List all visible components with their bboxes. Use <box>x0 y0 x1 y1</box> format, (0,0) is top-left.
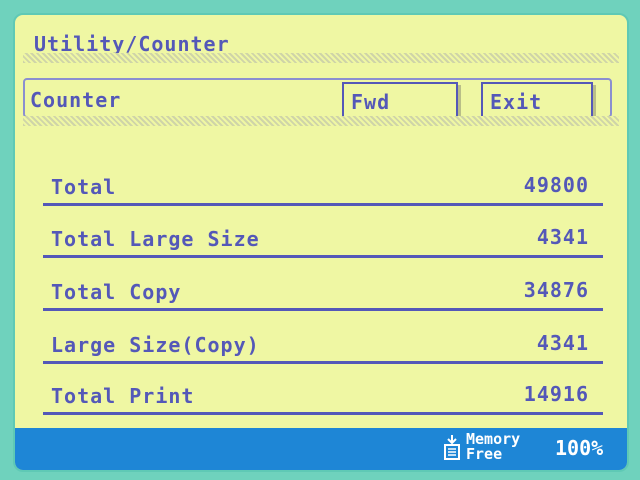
counter-label: Total Large Size <box>51 227 260 251</box>
fwd-button[interactable]: Fwd <box>342 82 458 120</box>
memory-percent: 100% <box>555 436 604 460</box>
exit-button-label: Exit <box>490 90 543 114</box>
counter-label: Large Size(Copy) <box>51 333 260 357</box>
counter-value: 4341 <box>536 225 589 249</box>
status-bar: Memory Free 100% <box>15 428 627 470</box>
fwd-button-label: Fwd <box>351 90 391 114</box>
counter-label: Total Print <box>51 384 195 408</box>
counter-value: 14916 <box>523 382 589 406</box>
counter-row-large-size-copy: Large Size(Copy) 4341 <box>43 321 603 364</box>
counter-row-total: Total 49800 <box>43 163 603 206</box>
memory-label: Memory Free <box>466 432 520 462</box>
counter-row-total-print: Total Print 14916 <box>43 372 603 415</box>
panel-hatch <box>23 116 619 126</box>
exit-button[interactable]: Exit <box>481 82 593 120</box>
header-hatch <box>23 53 619 63</box>
counter-value: 4341 <box>536 331 589 355</box>
counter-panel: Counter Fwd Exit <box>23 78 612 120</box>
panel-label: Counter <box>30 88 122 112</box>
counter-value: 49800 <box>523 173 589 197</box>
counter-label: Total <box>51 175 117 199</box>
memory-label-line2: Free <box>466 445 503 463</box>
lcd-screen: Utility/Counter Counter Fwd Exit Total 4… <box>13 13 629 472</box>
counter-row-total-large-size: Total Large Size 4341 <box>43 215 603 258</box>
memory-icon <box>444 435 460 460</box>
counter-value: 34876 <box>523 278 589 302</box>
counter-row-total-copy: Total Copy 34876 <box>43 268 603 311</box>
counter-label: Total Copy <box>51 280 182 304</box>
